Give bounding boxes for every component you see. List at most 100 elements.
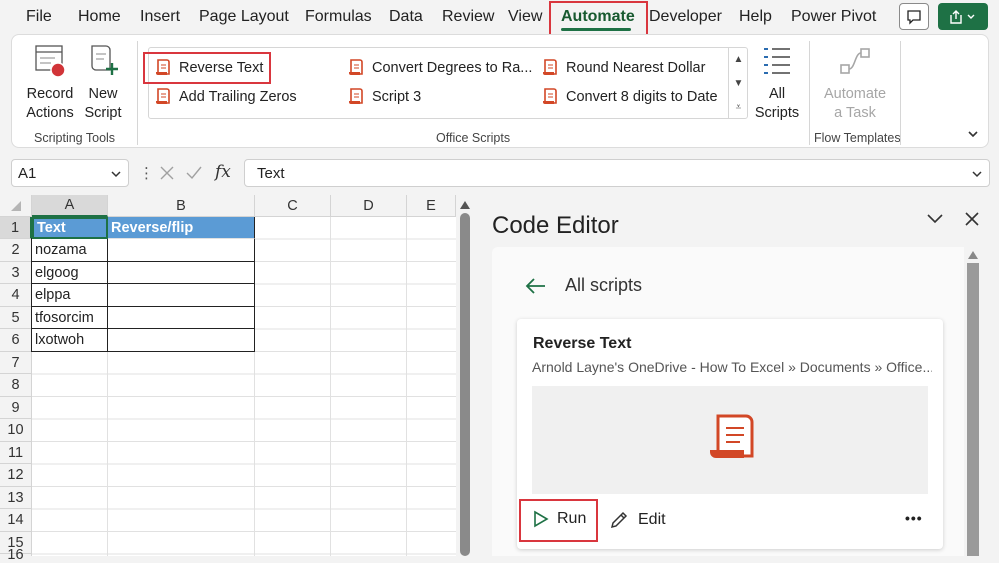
script-label: Convert Degrees to Ra... [372,60,533,76]
script-card-title: Reverse Text [533,335,632,352]
tab-home[interactable]: Home [78,8,121,26]
row-header[interactable]: 13 [0,487,32,509]
office-scripts-label: Office Scripts [436,131,511,145]
new-script-label-1: New [88,86,118,102]
cell-a1[interactable]: Text [32,217,108,239]
chevron-down-icon [111,171,121,178]
gallery-scroll: ▲ ▼ ⩡ [728,47,748,119]
cell-b6[interactable] [108,329,255,352]
all-scripts-link[interactable]: All scripts [565,275,642,296]
cell-b1[interactable]: Reverse/flip [108,217,255,239]
tab-developer[interactable]: Developer [649,8,722,26]
row-header[interactable]: 3 [0,262,32,284]
scripting-tools-label: Scripting Tools [34,131,116,145]
chevron-down-icon[interactable] [971,168,983,180]
script-label: Script 3 [372,89,422,105]
gallery-scroll-up[interactable]: ▲ [729,47,748,71]
row-header[interactable]: 1 [0,217,32,239]
script-script-3[interactable]: Script 3 [346,87,421,107]
more-options-button[interactable]: ••• [905,510,923,526]
comments-button[interactable] [899,3,929,30]
automate-task-label-1: Automate [823,86,887,102]
edit-button[interactable]: Edit [609,510,666,530]
row-header[interactable]: 9 [0,397,32,419]
ribbon-collapse-chevron-icon[interactable] [966,127,980,141]
column-header-e[interactable]: E [407,195,456,217]
cell-b3[interactable] [108,262,255,284]
tab-review[interactable]: Review [442,8,494,26]
new-script-icon [91,45,118,75]
pane-scrollbar-thumb[interactable] [967,263,979,556]
row-header[interactable]: 11 [0,442,32,464]
comment-icon [907,9,921,25]
sheet-scrollbar[interactable] [456,195,474,556]
cell-b5[interactable] [108,307,255,329]
name-box[interactable]: A1 [11,159,129,187]
script-icon [543,88,557,104]
worksheet: A B C D E 1 2 3 4 5 6 7 8 9 10 11 12 13 … [0,195,456,563]
scrollbar-thumb[interactable] [460,213,470,556]
automate-task-button[interactable]: Automate a Task [818,43,892,123]
insert-function-icon[interactable]: fx [215,162,231,182]
row-header[interactable]: 6 [0,329,32,352]
chevron-down-icon[interactable] [926,212,944,226]
cell-a4[interactable]: elppa [32,284,108,307]
scroll-up-icon[interactable] [968,251,978,259]
tab-formulas[interactable]: Formulas [305,8,372,26]
row-header[interactable]: 7 [0,352,32,374]
cell-b4[interactable] [108,284,255,307]
all-scripts-button[interactable]: All Scripts [754,43,800,123]
cancel-icon[interactable] [159,165,175,181]
menu-bar: File Home Insert Page Layout Formulas Da… [0,0,999,39]
record-actions-button[interactable]: Record Actions [22,43,78,123]
script-round-nearest-dollar[interactable]: Round Nearest Dollar [540,58,705,78]
script-add-trailing-zeros[interactable]: Add Trailing Zeros [153,87,297,107]
close-icon[interactable] [965,212,979,226]
run-button[interactable]: Run [531,510,586,528]
share-button[interactable] [938,3,988,30]
tab-page-layout[interactable]: Page Layout [199,8,289,26]
row-header[interactable]: 5 [0,307,32,329]
row-header[interactable]: 2 [0,239,32,262]
tab-data[interactable]: Data [389,8,423,26]
gallery-expand[interactable]: ⩡ [729,95,748,119]
confirm-icon[interactable] [185,165,203,181]
column-header-d[interactable]: D [331,195,407,217]
script-convert-8-digits[interactable]: Convert 8 digits to Date [540,87,718,107]
cell-a6[interactable]: lxotwoh [32,329,108,352]
column-header-b[interactable]: B [108,195,255,217]
pencil-icon [610,511,628,529]
cell-a3[interactable]: elgoog [32,262,108,284]
record-actions-label-2: Actions [26,105,74,121]
back-arrow-icon[interactable] [525,277,547,295]
new-script-label-2: Script [84,105,122,121]
row-header[interactable]: 4 [0,284,32,307]
new-script-button[interactable]: New Script [82,43,124,123]
play-icon [534,510,549,528]
cell-b2[interactable] [108,239,255,262]
table-left-border [31,238,32,352]
column-header-c[interactable]: C [255,195,331,217]
tab-help[interactable]: Help [739,8,772,26]
row-header[interactable]: 8 [0,374,32,397]
column-header-a[interactable]: A [32,195,108,217]
tab-insert[interactable]: Insert [140,8,180,26]
reverse-text-highlight [143,52,271,84]
edit-label: Edit [638,511,666,528]
gallery-scroll-down[interactable]: ▼ [729,71,748,95]
cell-a2[interactable]: nozama [32,239,108,262]
script-convert-degrees[interactable]: Convert Degrees to Ra... [346,58,532,78]
select-all-corner[interactable] [0,195,32,217]
tab-file[interactable]: File [26,8,52,26]
row-header[interactable]: 12 [0,464,32,487]
row-header[interactable]: 14 [0,509,32,532]
tab-power-pivot[interactable]: Power Pivot [791,8,876,26]
ribbon-separator [137,41,138,145]
ribbon-separator [900,41,901,145]
script-preview [532,386,928,494]
row-header[interactable]: 10 [0,419,32,442]
formula-input[interactable]: Text [244,159,990,187]
tab-view[interactable]: View [508,8,542,26]
cell-a5[interactable]: tfosorcim [32,307,108,329]
scroll-up-icon[interactable] [460,201,470,209]
